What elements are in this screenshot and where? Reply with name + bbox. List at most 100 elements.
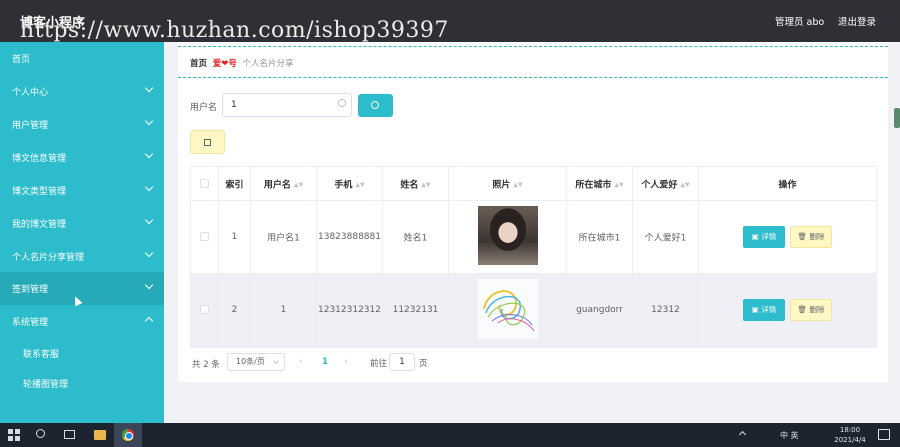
delete-button[interactable]: 🗑 删除 xyxy=(790,226,832,248)
pagination: 共 2 条 10条/页 ‹ 1 › 前往 1 页 xyxy=(192,353,492,373)
cell-hobby: 12312 xyxy=(651,305,680,315)
sidebar-item-personal-center[interactable]: 个人中心 xyxy=(0,75,164,108)
sidebar-item-label: 签到管理 xyxy=(12,285,49,295)
sidebar-item-system[interactable]: 系统管理 xyxy=(0,305,164,338)
breadcrumb-home[interactable]: 首页 xyxy=(190,59,207,69)
table-cell: 用户名1 xyxy=(251,201,317,273)
clock-time: 18:00 xyxy=(839,426,861,434)
chevron-down-icon xyxy=(144,182,154,192)
goto-label: 前往 xyxy=(370,359,388,369)
page-size-value: 10条/页 xyxy=(236,357,265,366)
row-checkbox[interactable] xyxy=(199,232,209,241)
table-cell: 1 xyxy=(251,274,317,346)
chrome-icon xyxy=(122,429,134,441)
table-header-cell[interactable]: 用户名 ▲▼ xyxy=(251,167,317,200)
table-header-cell[interactable]: 手机 ▲▼ xyxy=(317,167,383,200)
chevron-down-icon xyxy=(144,116,154,126)
main-content: 首页 爱❤号 个人名片分享 用户名 索引 用户名▲▼ 手机▲▼ 姓名▲▼ 照片▲… xyxy=(178,42,888,382)
table-cell: 11232131 xyxy=(383,274,449,346)
header-name: 姓名 xyxy=(400,180,419,190)
page-size-select[interactable]: 10条/页 xyxy=(227,353,285,371)
user-photo[interactable] xyxy=(478,279,538,339)
header-photo: 照片 xyxy=(492,180,511,190)
table-header-cell[interactable]: 姓名 ▲▼ xyxy=(383,167,449,200)
sort-icon[interactable]: ▲▼ xyxy=(294,181,303,188)
sidebar-item-user-management[interactable]: 用户管理 xyxy=(0,108,164,141)
search-icon xyxy=(36,429,45,438)
page-number-current[interactable]: 1 xyxy=(322,357,328,367)
sort-icon[interactable]: ▲▼ xyxy=(355,181,364,188)
taskbar-clock[interactable]: 18:00 2021/4/4 xyxy=(830,425,870,445)
table-cell: 姓名1 xyxy=(383,201,449,273)
sort-icon[interactable]: ▲▼ xyxy=(680,181,689,188)
sidebar-item-my-blogs[interactable]: 我的博文管理 xyxy=(0,207,164,240)
row-checkbox[interactable] xyxy=(199,305,209,314)
search-username-label: 用户名 xyxy=(190,103,218,113)
detail-button[interactable]: ▣ 详情 xyxy=(743,226,785,248)
add-icon xyxy=(204,139,211,146)
admin-user-label[interactable]: 管理员 abo xyxy=(775,14,824,28)
sidebar-subitem-carousel[interactable]: 轮播图管理 xyxy=(0,368,164,398)
delete-label: 删除 xyxy=(809,232,825,241)
sort-icon[interactable]: ▲▼ xyxy=(421,181,430,188)
sort-icon[interactable]: ▲▼ xyxy=(614,181,623,188)
table-cell: 12312312312 xyxy=(317,274,383,346)
table-cell: 个人爱好1 xyxy=(633,201,699,273)
sidebar-item-checkin[interactable]: 签到管理 xyxy=(0,272,164,305)
search-button[interactable] xyxy=(358,94,393,117)
logout-link[interactable]: 退出登录 xyxy=(838,14,876,28)
start-button[interactable] xyxy=(0,423,28,447)
notification-icon[interactable] xyxy=(878,429,890,440)
header-phone: 手机 xyxy=(334,180,353,190)
chrome-taskbar-button[interactable] xyxy=(114,423,142,447)
tray-ime-indicator[interactable]: 中 英 xyxy=(780,430,799,441)
sidebar-item-blog-info[interactable]: 博文信息管理 xyxy=(0,141,164,174)
task-view-button[interactable] xyxy=(56,423,84,447)
goto-suffix: 页 xyxy=(419,359,428,369)
scroll-indicator[interactable] xyxy=(894,108,900,128)
breadcrumb: 首页 爱❤号 个人名片分享 xyxy=(190,57,294,69)
sidebar-item-card-share[interactable]: 个人名片分享管理 xyxy=(0,240,164,273)
header-hobby: 个人爱好 xyxy=(641,180,678,190)
cell-city: 所在城市1 xyxy=(578,233,621,244)
delete-button[interactable]: 🗑 删除 xyxy=(790,299,832,321)
breadcrumb-bar: 首页 爱❤号 个人名片分享 xyxy=(178,46,888,78)
clock-date: 2021/4/4 xyxy=(834,436,866,444)
cell-name: 11232131 xyxy=(392,305,439,315)
row-select-cell xyxy=(191,201,219,273)
detail-label: 详情 xyxy=(761,232,777,241)
table-cell xyxy=(449,274,567,346)
add-button[interactable] xyxy=(190,130,225,154)
table-header-cell[interactable]: 个人爱好 ▲▼ xyxy=(633,167,699,200)
sort-icon[interactable]: ▲▼ xyxy=(513,181,522,188)
file-explorer-button[interactable] xyxy=(86,423,114,447)
prev-page-button[interactable]: ‹ xyxy=(299,357,302,367)
next-page-button[interactable]: › xyxy=(344,357,347,367)
search-icon xyxy=(371,101,379,109)
chevron-down-icon xyxy=(144,83,154,93)
sidebar-subitem-label: 联系客服 xyxy=(23,350,60,360)
goto-page-input[interactable]: 1 xyxy=(389,353,415,371)
detail-button[interactable]: ▣ 详情 xyxy=(743,299,785,321)
sidebar-item-home[interactable]: 首页 xyxy=(0,42,164,75)
table-cell: 所在城市1 xyxy=(567,201,633,273)
sidebar-subitem-customer-service[interactable]: 联系客服 xyxy=(0,338,164,368)
table-header-cell[interactable]: 所在城市 ▲▼ xyxy=(567,167,633,200)
header-city: 所在城市 xyxy=(575,180,612,190)
sidebar-item-label: 个人中心 xyxy=(12,88,49,98)
detail-label: 详情 xyxy=(761,305,777,314)
table-header-cell: 索引 xyxy=(219,167,251,200)
header-index: 索引 xyxy=(225,180,244,190)
select-all-checkbox[interactable] xyxy=(199,178,209,188)
taskbar-search-button[interactable] xyxy=(28,423,56,447)
table-cell: 13823888881 xyxy=(317,201,383,273)
cell-index: 1 xyxy=(231,232,238,242)
search-username-input[interactable] xyxy=(222,93,352,117)
tray-expand-icon[interactable] xyxy=(738,430,747,439)
user-photo[interactable] xyxy=(478,206,538,265)
table-header-cell[interactable]: 照片 ▲▼ xyxy=(449,167,567,200)
header-username: 用户名 xyxy=(263,180,291,190)
cell-username: 1 xyxy=(280,305,287,315)
sidebar-item-blog-type[interactable]: 博文类型管理 xyxy=(0,174,164,207)
cell-city: guangdorr xyxy=(576,305,623,315)
